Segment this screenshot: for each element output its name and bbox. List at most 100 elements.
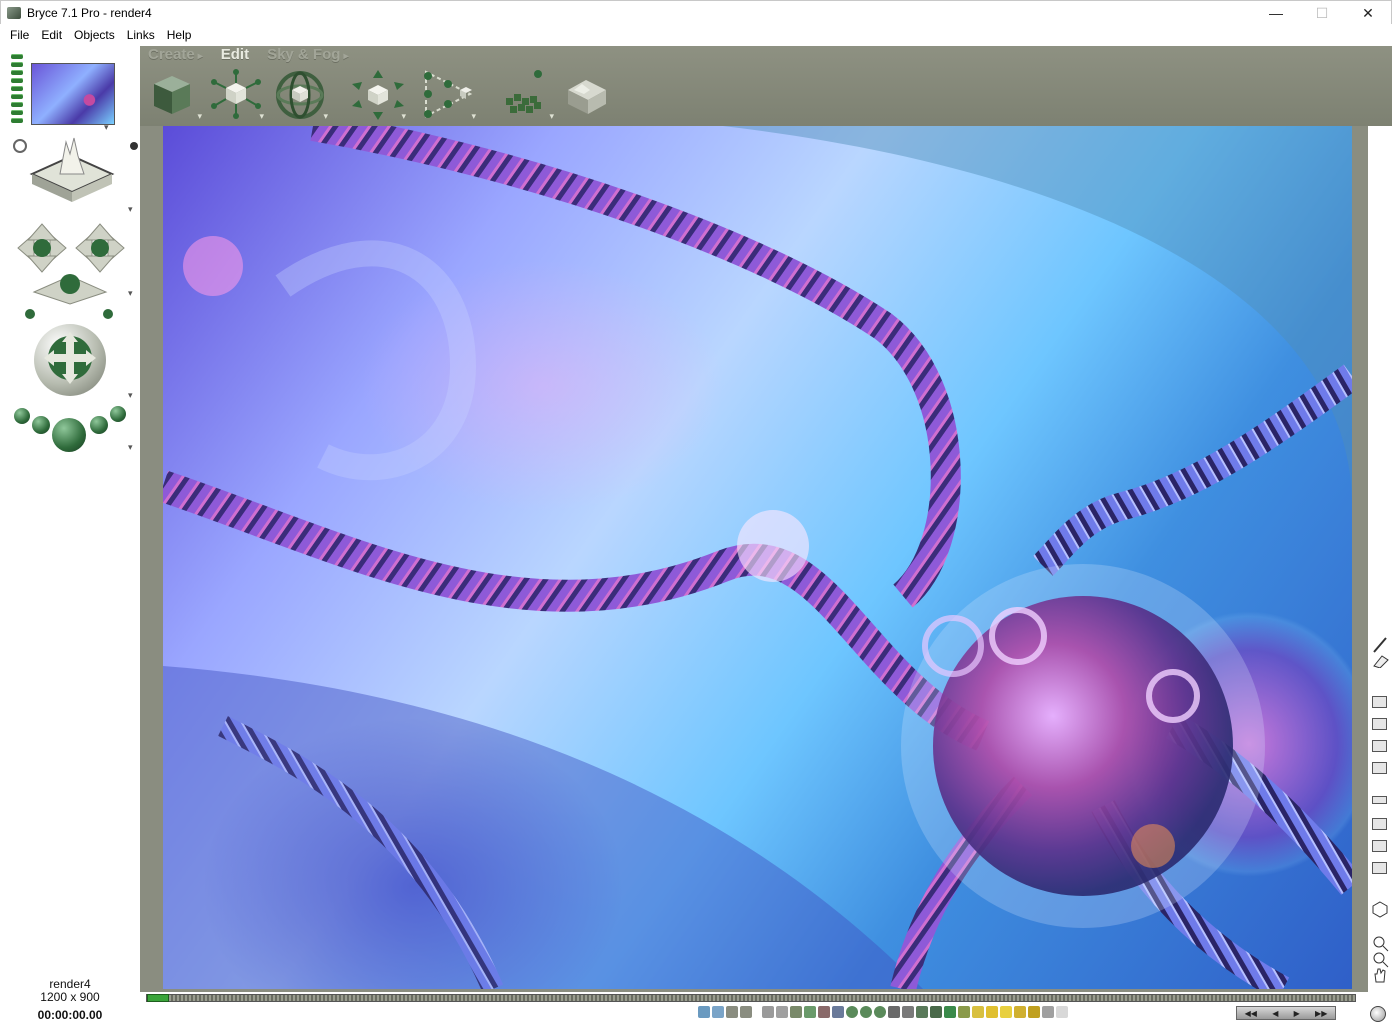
tab-edit[interactable]: Edit [221,46,249,63]
play-button[interactable]: ▶ [1294,1009,1300,1018]
cross-drop-arrow[interactable]: ▾ [128,390,133,401]
rewind-button[interactable]: ◀◀ [1245,1009,1257,1018]
tab-create[interactable]: Create ▸ [148,46,203,63]
render-time: 00:00:00.00 [37,1008,103,1022]
eraser-icon[interactable] [1370,654,1390,668]
menu-help[interactable]: Help [161,28,198,42]
render-mode-icon-4[interactable] [1372,762,1387,774]
render-mode-icon-7[interactable] [1372,840,1387,852]
window-controls: — ☐ ✕ [1253,1,1391,25]
sphere-right-icon[interactable] [110,406,126,422]
object-icon[interactable] [1042,1006,1054,1018]
object-icon[interactable] [986,1006,998,1018]
render-image [163,126,1352,989]
rotate-tool[interactable]: ▾ [272,68,328,124]
align-icon [424,70,473,118]
camera-trackball-icon[interactable]: ▾ [10,216,140,324]
right-toolbar [1368,126,1392,984]
terrain-editor-tool[interactable] [560,68,616,124]
menu-file[interactable]: File [4,28,35,42]
render-mode-icon-1[interactable] [1372,696,1387,708]
align-tool[interactable]: ▾ [420,68,476,124]
object-icon[interactable] [790,1006,802,1018]
rotate-drop-arrow[interactable]: ▾ [323,111,328,122]
resize-drop-arrow[interactable]: ▾ [259,111,264,122]
align-drop-arrow[interactable]: ▾ [471,111,476,122]
material-tool[interactable]: ▾ [146,68,202,124]
wireframe-cube-icon[interactable] [1371,900,1389,918]
object-icon[interactable] [860,1006,872,1018]
svg-text:▾: ▾ [128,289,133,299]
sphere-left-icon[interactable] [14,408,30,424]
reposition-icon [352,70,404,120]
resize-icon [211,69,261,119]
view-leds[interactable] [11,54,23,126]
object-icon[interactable] [762,1006,774,1018]
render-mode-icon-8[interactable] [1372,862,1387,874]
thumbnail-drop-arrow[interactable]: ▾ [104,122,109,133]
randomize-tool[interactable]: ▾ [498,68,554,124]
menu-edit[interactable]: Edit [35,28,68,42]
sphere-mid-right-icon[interactable] [90,416,108,434]
svg-text:▾: ▾ [128,205,133,214]
left-sidebar: ▾ ▾ ▾ ▾ ▾ render4 1200 x 900 00:00:00.00 [0,46,140,1030]
menu-links[interactable]: Links [121,28,161,42]
object-icon[interactable] [740,1006,752,1018]
view-control-icon[interactable]: ▾ [8,134,138,214]
object-icon[interactable] [972,1006,984,1018]
reposition-tool[interactable]: ▾ [350,68,406,124]
status-block: render4 1200 x 900 00:00:00.00 [0,978,140,1022]
document-dimensions: 1200 x 900 [40,990,100,1004]
sphere-center-icon[interactable] [52,418,86,452]
hand-pan-icon[interactable] [1371,966,1389,984]
menu-objects[interactable]: Objects [68,28,121,42]
render-mode-icon-2[interactable] [1372,718,1387,730]
step-back-button[interactable]: ◀ [1272,1009,1278,1018]
object-icon[interactable] [776,1006,788,1018]
material-drop-arrow[interactable]: ▾ [197,111,202,122]
object-icon[interactable] [698,1006,710,1018]
render-mode-icon-3[interactable] [1372,740,1387,752]
render-view[interactable] [163,126,1352,989]
randomize-drop-arrow[interactable]: ▾ [549,111,554,122]
render-mode-icon-6[interactable] [1372,818,1387,830]
globe-icon[interactable] [1370,1006,1386,1022]
timeline-scrubber[interactable] [147,994,169,1002]
object-icon[interactable] [944,1006,956,1018]
object-icon[interactable] [1014,1006,1026,1018]
maximize-button[interactable]: ☐ [1299,1,1345,25]
object-icon[interactable] [846,1006,858,1018]
reposition-drop-arrow[interactable]: ▾ [401,111,406,122]
object-icon[interactable] [1028,1006,1040,1018]
object-icon[interactable] [818,1006,830,1018]
palette-tabs: Create ▸ Edit Sky & Fog ▸ [148,46,348,63]
render-mode-icon-5[interactable] [1372,796,1387,804]
object-icon[interactable] [902,1006,914,1018]
playback-controls: ◀◀ ◀ ▶ ▶▶ [1236,1006,1336,1020]
fast-forward-button[interactable]: ▶▶ [1315,1009,1327,1018]
object-icon[interactable] [930,1006,942,1018]
object-icon[interactable] [888,1006,900,1018]
scene-thumbnail[interactable] [31,63,115,125]
window-title-bar: Bryce 7.1 Pro - render4 — ☐ ✕ [0,0,1392,24]
object-icon[interactable] [726,1006,738,1018]
object-icon[interactable] [916,1006,928,1018]
minimize-button[interactable]: — [1253,1,1299,25]
object-icon[interactable] [832,1006,844,1018]
object-icon[interactable] [958,1006,970,1018]
object-icon[interactable] [804,1006,816,1018]
object-icon[interactable] [1000,1006,1012,1018]
tab-sky-fog[interactable]: Sky & Fog ▸ [267,46,348,63]
object-icon[interactable] [1056,1006,1068,1018]
close-button[interactable]: ✕ [1345,1,1391,25]
material-icon [154,76,190,114]
object-icon[interactable] [874,1006,886,1018]
spheres-drop-arrow[interactable]: ▾ [128,442,133,453]
cross-arrows-icon [44,332,96,384]
window-title: Bryce 7.1 Pro - render4 [27,5,152,20]
sphere-mid-left-icon[interactable] [32,416,50,434]
animation-timeline[interactable] [146,994,1356,1002]
object-icon[interactable] [712,1006,724,1018]
resize-tool[interactable]: ▾ [208,68,264,124]
rotate-icon [276,71,324,119]
